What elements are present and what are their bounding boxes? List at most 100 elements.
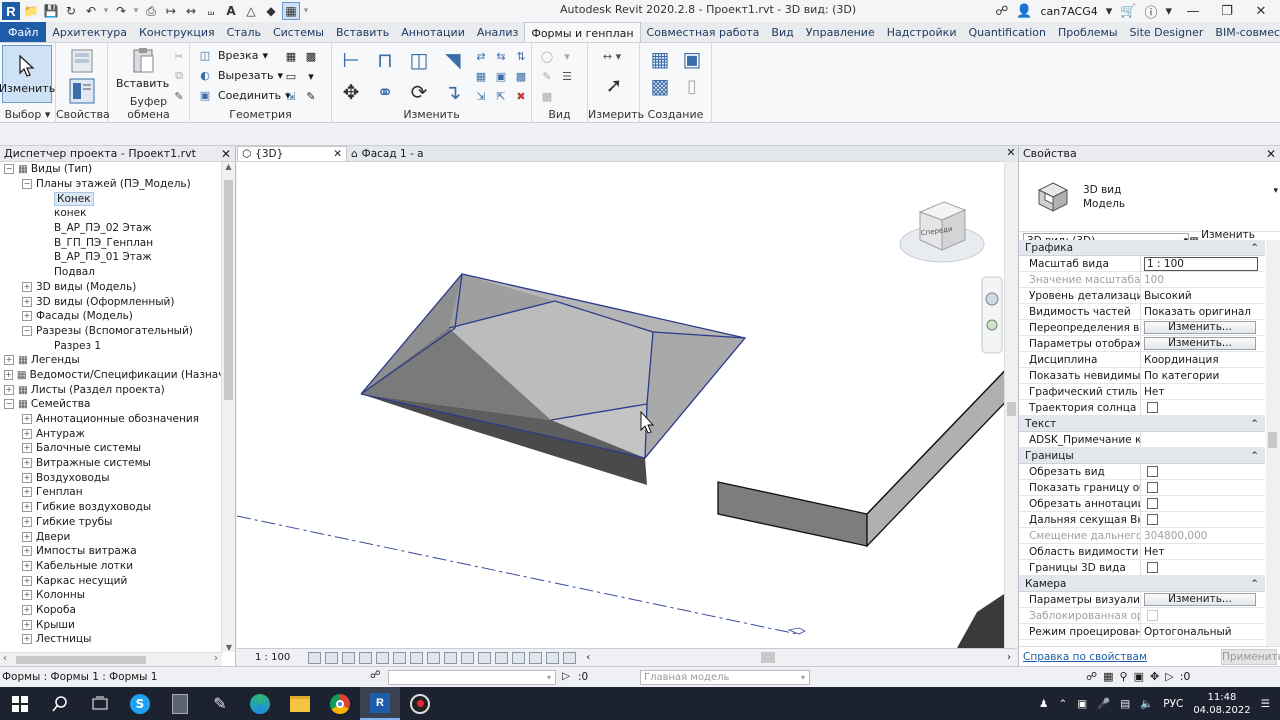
close-browser-icon[interactable]: ✕ (221, 147, 231, 161)
expand-icon[interactable]: + (4, 384, 14, 395)
expand-icon[interactable]: + (22, 560, 32, 571)
offset-icon[interactable]: ⊓ (370, 47, 400, 73)
expand-icon[interactable]: + (22, 590, 32, 601)
paint-app-icon[interactable]: ✎ (200, 687, 240, 720)
geometry-tool-4-icon[interactable]: ▾ (302, 67, 320, 85)
create-group-icon[interactable]: ▩ (646, 73, 674, 99)
microphone-icon[interactable]: 🎤 (1097, 697, 1110, 710)
type-properties-button[interactable] (66, 45, 98, 77)
tree-item[interactable]: +▦Ведомости/Спецификации (Назначение (0, 368, 222, 383)
create-assembly-icon[interactable]: ▯ (678, 73, 706, 99)
expand-icon[interactable]: + (22, 443, 32, 454)
property-value[interactable]: Высокий (1141, 288, 1265, 303)
browser-vscrollbar[interactable]: ▲ ▼ (221, 162, 235, 652)
view-dropdown-icon[interactable]: ▾ (558, 47, 576, 65)
hide-icon[interactable]: ◯ (538, 47, 556, 65)
calculator-icon[interactable] (160, 687, 200, 720)
properties-section[interactable]: Графика ⌃ (1019, 240, 1265, 256)
filter-icon[interactable]: ▷ (562, 670, 570, 682)
pin-icon[interactable]: ▩ (512, 67, 530, 85)
property-value[interactable]: Ортогональный (1141, 624, 1265, 639)
tree-item[interactable]: + Импосты витража (0, 544, 222, 559)
tree-item[interactable]: − Разрезы (Вспомогательный) (0, 324, 222, 339)
mirror-draw-icon[interactable]: ◥ (438, 47, 468, 73)
text-icon[interactable]: A (222, 2, 240, 20)
ribbon-tab[interactable]: Совместная работа (641, 22, 766, 42)
checkbox[interactable] (1147, 562, 1158, 573)
select-face-icon[interactable]: ▣ (1134, 670, 1144, 683)
select-pinned-icon[interactable]: ⚲ (1120, 670, 1128, 683)
tree-item[interactable]: + Генплан (0, 485, 222, 500)
properties-button[interactable] (66, 75, 98, 107)
geometry-tool-3-icon[interactable]: ▭ (282, 67, 300, 85)
chevron-down-icon[interactable]: ▾ (1106, 4, 1113, 19)
browser-hscrollbar[interactable]: ‹ › (0, 652, 222, 666)
edit-button[interactable]: Изменить... (1144, 593, 1256, 606)
property-value[interactable]: Изменить... (1141, 336, 1265, 351)
reveal-hidden-icon[interactable] (461, 651, 475, 664)
ribbon-tab[interactable]: Формы и генплан (524, 22, 641, 42)
tree-item[interactable]: В_АР_ПЭ_01 Этаж (0, 250, 222, 265)
expand-icon[interactable]: + (22, 458, 32, 469)
undo-dropdown-icon[interactable]: ▾ (102, 2, 110, 20)
model-canvas[interactable]: Спереди (237, 162, 1017, 648)
geometry-tool-2-icon[interactable]: ▩ (302, 47, 320, 65)
property-value[interactable] (1141, 480, 1265, 495)
join-button[interactable]: ▣ Соединить ▾ (196, 86, 291, 104)
collapse-section-icon[interactable]: ⌃ (1250, 578, 1259, 590)
view-tab[interactable]: ⬡ {3D} ✕ (237, 146, 347, 161)
user-icon[interactable]: 👤 (1016, 4, 1032, 19)
tree-item[interactable]: +3D виды (Оформленный) (0, 294, 222, 309)
constraints-icon[interactable] (529, 651, 543, 664)
tree-item[interactable]: + Аннотационные обозначения (0, 412, 222, 427)
expand-icon[interactable]: + (22, 414, 32, 425)
filter-selection-icon[interactable]: ▷ (1165, 670, 1173, 683)
ribbon-tab[interactable]: Проблемы (1052, 22, 1124, 42)
geometry-tool-5-icon[interactable]: ⇲ (282, 87, 300, 105)
unpin-icon[interactable]: ⇅ (512, 47, 530, 65)
ribbon-tab[interactable]: Вставить (330, 22, 395, 42)
tree-item[interactable]: + Гибкие трубы (0, 515, 222, 530)
collapse-icon[interactable]: − (4, 399, 14, 410)
edit-button[interactable]: Изменить... (1144, 337, 1256, 350)
visual-style-icon[interactable] (325, 651, 339, 664)
tree-item[interactable]: + Фасады (Модель) (0, 309, 222, 324)
expand-icon[interactable]: + (22, 531, 32, 542)
tree-item[interactable]: − ▦ Виды (Тип) (0, 162, 222, 177)
tree-item[interactable]: + ▦ Листы (Раздел проекта) (0, 382, 222, 397)
cart-icon[interactable]: 🛒 (1120, 4, 1136, 19)
ribbon-tab[interactable]: Системы (267, 22, 330, 42)
explorer-icon[interactable] (280, 687, 320, 720)
render-icon[interactable] (376, 651, 390, 664)
measure-distance-icon[interactable]: ↔ ▾ (594, 47, 630, 65)
tree-item[interactable]: + Воздуховоды (0, 470, 222, 485)
extend-icon[interactable]: ⇱ (492, 87, 510, 105)
checkbox[interactable] (1147, 482, 1158, 493)
ribbon-tab[interactable]: Управление (800, 22, 881, 42)
checkbox[interactable] (1147, 498, 1158, 509)
username[interactable]: can7ACG4 (1040, 5, 1097, 18)
help-icon[interactable]: ⓘ (1144, 2, 1157, 21)
ribbon-tab[interactable]: Вид (765, 22, 799, 42)
tree-item[interactable]: + Кабельные лотки (0, 559, 222, 574)
properties-section[interactable]: Камера ⌃ (1019, 576, 1265, 592)
qat-customize-icon[interactable]: ▾ (302, 2, 310, 20)
tag-icon[interactable]: ⧢ (202, 2, 220, 20)
ribbon-tab[interactable]: Анализ (471, 22, 525, 42)
collapse-section-icon[interactable]: ⌃ (1250, 242, 1259, 254)
close-view-icon[interactable]: ✕ (1004, 146, 1018, 162)
ribbon-tab[interactable]: Site Designer (1124, 22, 1210, 42)
checkbox[interactable] (1147, 402, 1158, 413)
expand-icon[interactable]: + (22, 619, 32, 630)
trim-extend-icon[interactable]: ↴ (438, 79, 468, 105)
geometry-tool-1-icon[interactable]: ▦ (282, 47, 300, 65)
tree-item[interactable]: Подвал (0, 265, 222, 280)
crop-view-icon[interactable] (393, 651, 407, 664)
shadows-icon[interactable] (359, 651, 373, 664)
tree-item[interactable]: + Антураж (0, 426, 222, 441)
viewbar-scroll-left-icon[interactable]: ‹ (586, 652, 590, 663)
rotate-icon[interactable]: ⟳ (404, 79, 434, 105)
sun-path-icon[interactable] (342, 651, 356, 664)
network-icon[interactable]: ▤ (1120, 698, 1130, 710)
viewport-vscrollbar[interactable] (1004, 162, 1017, 648)
